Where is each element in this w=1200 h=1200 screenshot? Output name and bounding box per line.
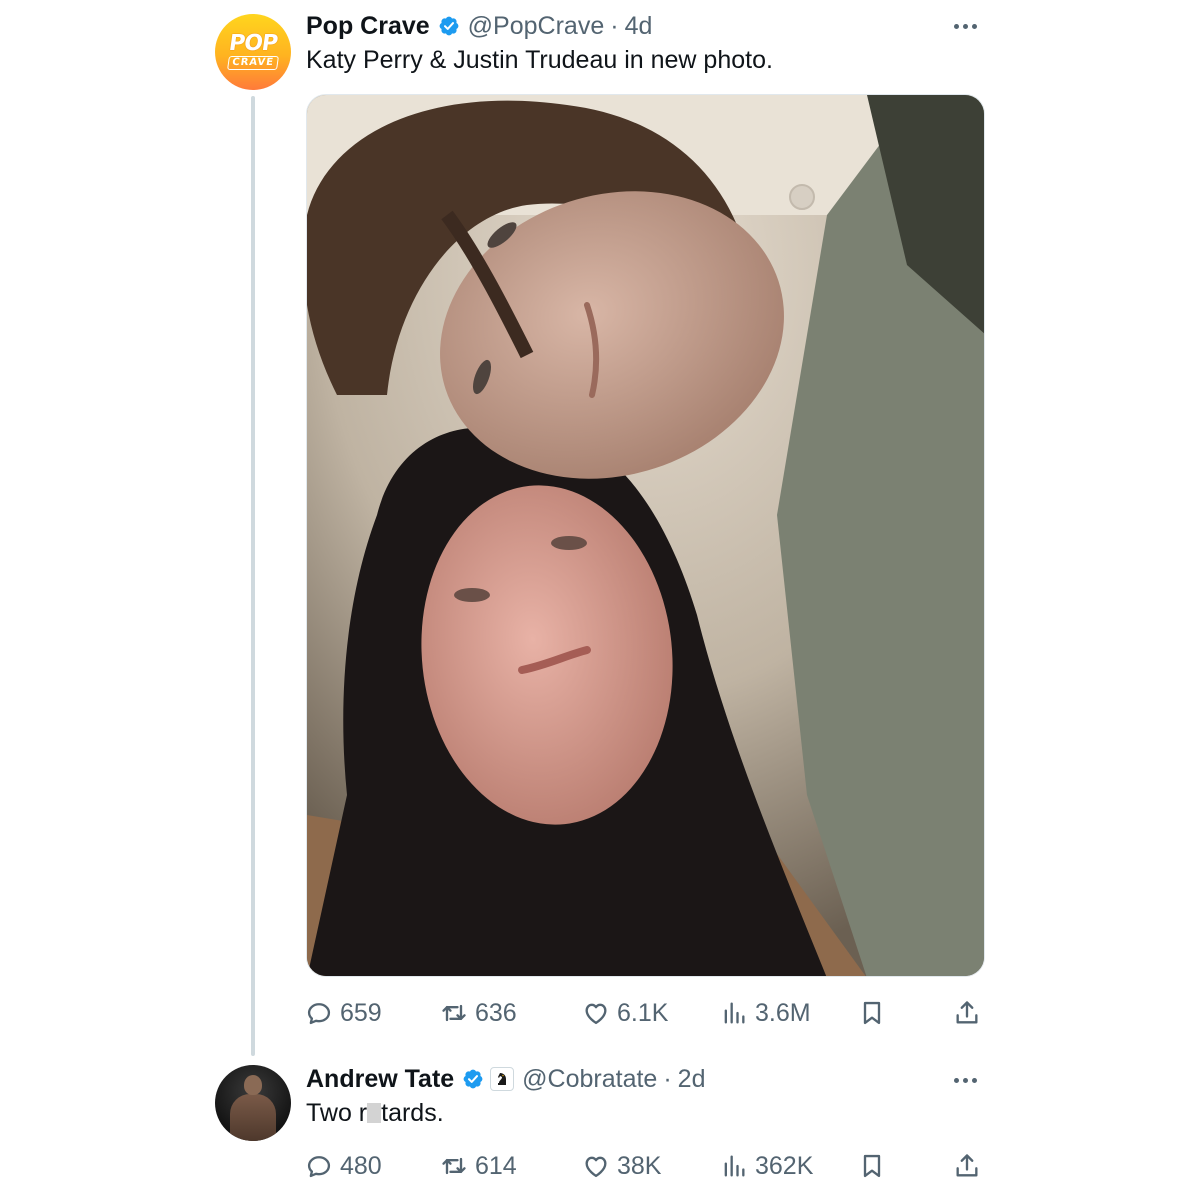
repost-icon	[442, 1004, 466, 1022]
avatar-pop-crave[interactable]: POP CRAVE	[215, 14, 291, 90]
handle[interactable]: @Cobratate	[522, 1065, 657, 1094]
tweet-header: Pop Crave @PopCrave · 4d	[306, 8, 652, 44]
bookmark-button[interactable]	[858, 1146, 886, 1186]
like-icon	[585, 1003, 607, 1025]
reply-button[interactable]: 659	[305, 993, 382, 1033]
avatar-logo-top: POP	[227, 31, 279, 56]
avatar-figure	[230, 1094, 276, 1141]
views-icon	[724, 1002, 745, 1024]
repost-icon	[442, 1157, 466, 1175]
tweet-text-end: tards.	[381, 1099, 444, 1127]
avatar-head	[244, 1075, 262, 1095]
like-count: 38K	[617, 1151, 662, 1180]
bookmark-icon	[863, 1001, 881, 1025]
reply-count: 480	[340, 1151, 382, 1180]
tweet-text-start: Two r	[306, 1099, 368, 1127]
tweet-text: Two r tards.	[306, 1099, 444, 1128]
display-name[interactable]: Andrew Tate	[306, 1065, 454, 1094]
views-icon	[724, 1155, 745, 1177]
repost-count: 614	[475, 1151, 517, 1180]
avatar-logo-bottom: CRAVE	[227, 56, 279, 70]
censor-block	[367, 1103, 382, 1123]
reply-button[interactable]: 480	[305, 1146, 382, 1186]
tweet-text: Katy Perry & Justin Trudeau in new photo…	[306, 46, 773, 74]
share-button[interactable]	[953, 1146, 981, 1186]
avatar-andrew-tate[interactable]	[215, 1065, 291, 1141]
tweet-actions: 659 636 6.1K 3.6M	[300, 993, 1000, 1033]
share-icon	[956, 1154, 978, 1177]
views-count: 362K	[755, 1151, 814, 1180]
share-button[interactable]	[953, 993, 981, 1033]
repost-count: 636	[475, 998, 517, 1027]
bookmark-button[interactable]	[858, 993, 886, 1033]
timestamp[interactable]: 4d	[625, 12, 653, 41]
verified-badge-icon	[439, 16, 459, 36]
tweet-actions: 480 614 38K 362K	[300, 1146, 1000, 1186]
like-button[interactable]: 38K	[582, 1146, 661, 1186]
affiliate-badge-icon[interactable]	[490, 1067, 515, 1091]
separator-dot: ·	[663, 1064, 672, 1093]
reply-icon	[307, 1003, 331, 1025]
repost-button[interactable]: 636	[440, 993, 517, 1033]
views-button[interactable]: 3.6M	[720, 993, 811, 1033]
timestamp[interactable]: 2d	[678, 1065, 706, 1094]
handle[interactable]: @PopCrave	[468, 12, 605, 41]
reply-count: 659	[340, 998, 382, 1027]
repost-button[interactable]: 614	[440, 1146, 517, 1186]
like-button[interactable]: 6.1K	[582, 993, 668, 1033]
share-icon	[956, 1001, 978, 1024]
more-icon[interactable]	[945, 1070, 985, 1090]
bookmark-icon	[863, 1154, 881, 1178]
thread-connector-line	[251, 96, 255, 1056]
views-count: 3.6M	[755, 998, 811, 1027]
tweet-header: Andrew Tate @Cobratate · 2d	[306, 1063, 705, 1095]
verified-badge-icon	[463, 1069, 483, 1089]
like-count: 6.1K	[617, 998, 669, 1027]
views-button[interactable]: 362K	[720, 1146, 813, 1186]
separator-dot: ·	[610, 11, 619, 40]
more-icon[interactable]	[945, 16, 985, 36]
like-icon	[585, 1156, 607, 1178]
reply-icon	[307, 1156, 331, 1178]
display-name[interactable]: Pop Crave	[306, 12, 430, 41]
tweet-photo[interactable]	[306, 94, 985, 977]
chess-knight-icon	[498, 1073, 507, 1085]
